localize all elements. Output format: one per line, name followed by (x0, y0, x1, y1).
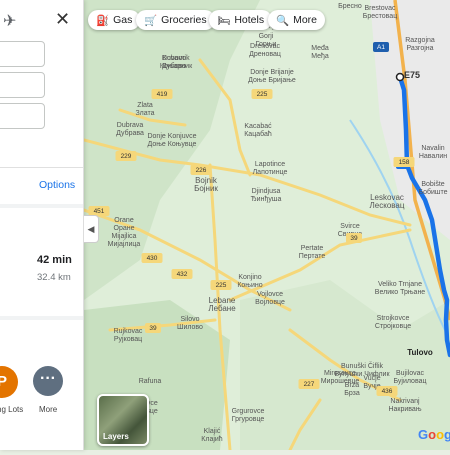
road-shield: E75 (404, 70, 420, 80)
place-label[interactable]: Djindjusa Ђинђуша (251, 188, 282, 203)
chip-more[interactable]: 🔍 More (268, 10, 326, 30)
place-label[interactable]: Lapotince Лапотинце (253, 161, 288, 176)
place-label[interactable]: Mijajlica Мијајлица (108, 233, 141, 248)
place-label[interactable]: Razgojna Разгојна (405, 37, 435, 52)
place-label[interactable]: Strojkovce Стројковце (375, 315, 411, 330)
svg-text:227: 227 (304, 381, 315, 388)
road-shield: 436 (376, 386, 398, 396)
place-label[interactable]: Zlata Злата (135, 102, 154, 117)
parking-label: ng Lots (0, 405, 24, 414)
place-label[interactable]: Kacabać Кацабаћ (244, 123, 272, 138)
road-shield: A1 (373, 42, 389, 52)
chip-label: Gas (113, 14, 133, 26)
place-label[interactable]: Donje Konjuvce Доње Коњувце (147, 133, 196, 148)
chip-groceries[interactable]: 🛒 Groceries (136, 10, 215, 30)
place-label[interactable]: Rujkovac Рујковац (114, 328, 143, 343)
origin-input[interactable] (0, 41, 45, 67)
parking-button[interactable]: P (0, 366, 18, 398)
close-icon[interactable]: ✕ (55, 9, 70, 30)
more-label: More (39, 405, 58, 414)
svg-text:225: 225 (216, 282, 227, 289)
place-label[interactable]: Bobište Бобиште (418, 181, 447, 196)
plane-icon[interactable]: ✈ (3, 11, 16, 31)
gas-station-icon: ⛽ (96, 14, 110, 27)
place-label[interactable]: Drenovac Дреновац (249, 43, 281, 58)
place-label[interactable]: Klajić Клајић (201, 428, 223, 443)
chip-hotels[interactable]: 🛏 Hotels (209, 10, 273, 30)
place-label[interactable]: Rafuna (139, 378, 162, 385)
map-canvas[interactable]: 158 БресноBrestovacБрестовацGornjiGorjiГ… (82, 0, 450, 452)
search-icon: 🔍 (276, 14, 290, 27)
cart-icon: 🛒 (144, 14, 158, 27)
place-label[interactable]: Bojnik Бојник (194, 176, 218, 193)
svg-text:419: 419 (157, 91, 168, 98)
place-label[interactable]: Dubovo Дубово (162, 55, 186, 70)
road-shield: 39 (346, 233, 362, 243)
road-shield: 226 (190, 165, 212, 175)
place-label[interactable]: Vojlovce Војловце (255, 291, 285, 306)
place-label[interactable]: Orane Оране (114, 217, 135, 232)
svg-text:158: 158 (399, 159, 410, 166)
chip-label: More (293, 14, 318, 26)
waypoint-input[interactable] (0, 72, 45, 98)
route-option[interactable]: 42 min 32.4 km (0, 240, 83, 290)
place-label[interactable]: Veliko Trnjane Велико Трњане (375, 281, 426, 296)
chip-label: Groceries (161, 14, 207, 26)
route-distance: 32.4 km (37, 272, 71, 283)
svg-text:39: 39 (350, 235, 358, 242)
place-label[interactable]: Međa Међа (311, 45, 329, 60)
destination-input[interactable] (0, 103, 45, 129)
road-shield: 225 (210, 280, 232, 290)
place-label[interactable]: Donje Brijanje Доње Бријање (248, 69, 296, 84)
place-label[interactable]: Brestovac Брестовац (363, 5, 397, 20)
svg-text:A1: A1 (377, 44, 385, 51)
svg-text:229: 229 (121, 153, 132, 160)
place-label[interactable]: Nakrivanj Накривањ (388, 398, 421, 413)
place-label[interactable]: Silovo Шилово (177, 316, 203, 331)
place-label[interactable]: Brza Брза (344, 382, 360, 397)
place-label[interactable]: Tulovo (407, 348, 433, 357)
place-label[interactable]: Бресно (338, 3, 362, 10)
place-label[interactable]: Pertate Пертате (299, 245, 326, 260)
svg-text:436: 436 (382, 388, 393, 395)
road-shield: 430 (141, 253, 163, 263)
place-label[interactable]: Konjino Коњино (237, 274, 262, 289)
place-label[interactable]: Leskovac Лесковац (370, 193, 405, 210)
svg-text:226: 226 (196, 167, 207, 174)
svg-text:225: 225 (257, 91, 268, 98)
bed-icon: 🛏 (217, 14, 231, 27)
svg-text:430: 430 (147, 255, 158, 262)
road-shield: 225 (251, 89, 273, 99)
map-svg: 158 БресноBrestovacБрестовацGornjiGorjiГ… (82, 0, 450, 452)
layers-label: Layers (103, 432, 129, 441)
collapse-panel-button[interactable]: ◀ (84, 215, 99, 243)
options-link[interactable]: Options (39, 179, 75, 191)
place-label[interactable]: Bujilovac Бујиловац (393, 370, 426, 385)
layers-button[interactable]: Layers (97, 394, 149, 446)
more-button[interactable]: ··· (33, 366, 63, 396)
svg-text:432: 432 (177, 271, 188, 278)
place-label[interactable]: Grgurovce Гргуровце (232, 408, 265, 423)
route-start-marker[interactable] (395, 72, 405, 82)
chip-gas[interactable]: ⛽ Gas (88, 10, 141, 30)
road-shield: 432 (171, 269, 193, 279)
directions-panel: ✈ ✕ Options 42 min 32.4 km P ng Lots ···… (0, 0, 84, 450)
road-shield: 39 (145, 323, 161, 333)
svg-text:451: 451 (94, 208, 105, 215)
route-time: 42 min (37, 254, 72, 266)
svg-text:39: 39 (149, 325, 157, 332)
place-label[interactable]: Dubrava Дубрава (116, 122, 144, 137)
road-shield: 419 (151, 89, 173, 99)
road-shield: 227 (298, 379, 320, 389)
road-shield: 229 (115, 151, 137, 161)
svg-text:E75: E75 (404, 70, 420, 80)
place-label[interactable]: Lebane Лебане (208, 296, 236, 313)
place-label[interactable]: Navalin Навалин (419, 145, 447, 160)
chip-label: Hotels (234, 14, 265, 26)
google-logo: Google (418, 427, 450, 442)
road-shield: 158 (393, 157, 415, 167)
